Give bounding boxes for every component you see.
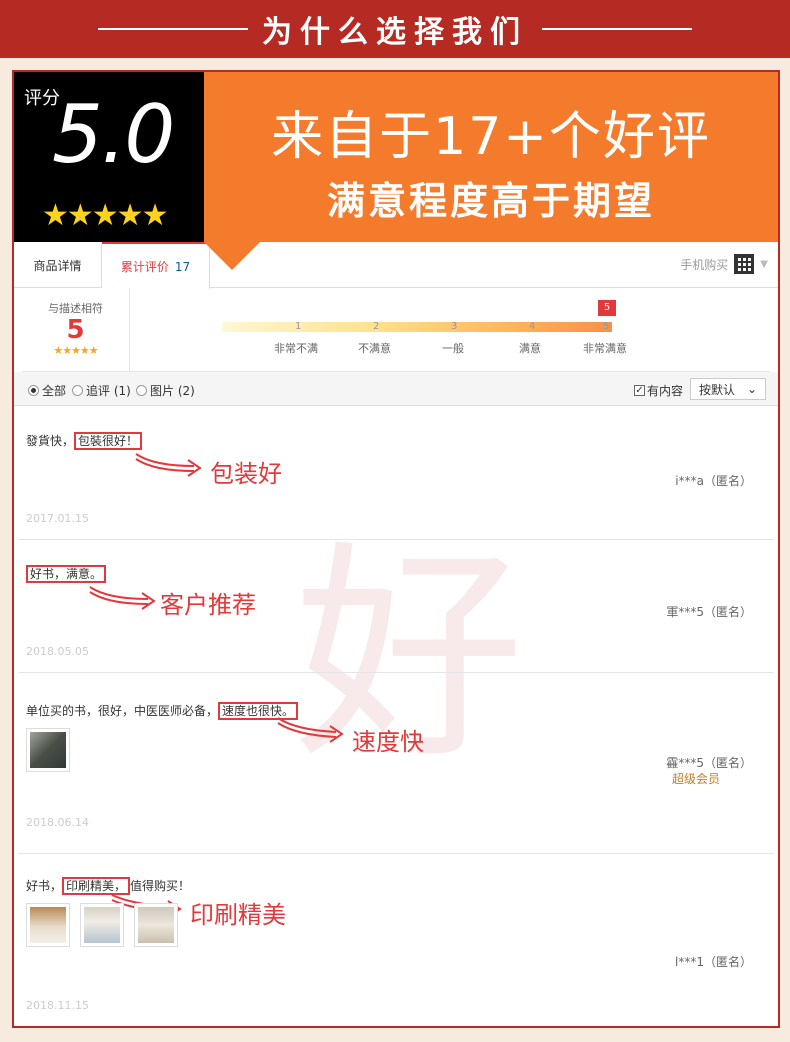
review-text: 好书，满意。 [26,565,107,583]
tab-reviews[interactable]: 累计评价 17 [102,242,210,289]
review-user: 靃***5（匿名） [666,756,752,770]
scale-number: 1 [295,321,302,332]
divider [18,853,774,854]
filter-bar: 全部 追评 (1) 图片 (2) ✓ 有内容 按默认 ⌄ [14,372,778,406]
annotation-label: 速度快 [352,728,424,756]
tab-reviews-label: 累计评价 [120,260,169,274]
annotation-label: 客户推荐 [160,591,256,619]
review-text-plain: 单位买的书，很好，中医医师必备， [26,704,219,718]
filter-all-label: 全部 [42,384,67,398]
annotation-label: 印刷精美 [190,901,286,929]
member-badge: 超级会员 [672,772,721,786]
scale-number: 3 [451,321,458,332]
arrow-icon [277,717,344,743]
tab-reviews-count: 17 [174,259,191,274]
arrow-icon [135,453,202,477]
subheadline: 满意程度高于期望 [326,179,655,223]
scale-label: 一般 [442,342,464,355]
review-photo[interactable] [26,728,70,772]
chevron-down-icon: ⌄ [746,382,757,396]
scale-number: 4 [529,321,536,332]
rating-summary: 与描述相符 5 ★★★★★ 5 1 2 3 4 5 非常不满 不满意 一般 满意… [22,288,770,372]
rating-label: 与描述相符 [48,302,103,315]
review-date: 2017.01.15 [26,512,89,525]
arrow-icon [89,586,156,610]
headline-pointer [204,242,260,270]
mobile-buy-link[interactable]: 手机购买 ▼ [680,254,768,274]
review-date: 2018.05.05 [26,645,89,658]
rating-bar [222,322,612,332]
review-highlight: 好书，满意。 [26,565,107,583]
radio-icon [28,385,39,396]
filter-all[interactable]: 全部 [28,382,66,399]
rating-marker: 5 [598,300,616,316]
divider [18,539,774,540]
radio-icon [136,385,147,396]
tab-bar: 商品详情 累计评价 17 手机购买 ▼ [14,242,778,289]
review-photo[interactable] [26,903,70,947]
filter-followup-label: 追评 (1) [86,384,131,398]
scale-label: 满意 [519,342,541,355]
rating-score: 与描述相符 5 ★★★★★ [22,288,130,372]
scale-number: 5 [603,321,610,332]
review-text: 单位买的书，很好，中医医师必备， 速度也很快。 [26,702,299,720]
has-content-label: 有内容 [647,384,684,398]
filter-images-label: 图片 (2) [150,384,195,398]
scale-label: 非常不满 [274,342,318,355]
headline-block: 来自于17+个好评 满意程度高于期望 [204,72,778,242]
review-date: 2018.11.15 [26,999,89,1012]
rating-stars: ★★★★★ [53,344,98,357]
review-text: 發貨快， 包裝很好！ [26,432,143,450]
scale-label: 不满意 [358,342,391,355]
chevron-down-icon: ▼ [760,258,768,270]
score-stars: ★★★★★ [42,198,168,233]
review-text-plain: 值得购买！ [130,879,191,893]
score-value: 5.0 [52,88,175,181]
review-user: l***1（匿名） [675,955,752,969]
banner-line-right [542,28,692,30]
mobile-buy-label: 手机购买 [680,257,729,272]
review-user: i***a（匿名） [675,474,752,488]
review-text-plain: 發貨快， [26,434,75,448]
rating-value: 5 [66,315,85,345]
review-text: 好书， 印刷精美， 值得购买！ [26,877,191,895]
review-photo[interactable] [80,903,124,947]
has-content-checkbox[interactable]: ✓ 有内容 [634,382,683,399]
annotation-label: 包装好 [210,460,282,488]
qr-code-icon [734,254,755,274]
filter-followup[interactable]: 追评 (1) [72,382,131,399]
review-panel: 评分 5.0 ★★★★★ 来自于17+个好评 满意程度高于期望 商品详情 累计评… [12,70,780,1028]
sort-value: 按默认 [699,382,736,397]
banner-line-left [98,28,248,30]
score-block: 评分 5.0 ★★★★★ [14,72,204,242]
banner-title: 为什么选择我们 [262,15,528,50]
checkbox-icon: ✓ [634,385,645,396]
review-highlight: 包裝很好！ [74,432,143,450]
filter-images[interactable]: 图片 (2) [136,382,195,399]
radio-icon [72,385,83,396]
divider [18,672,774,673]
sort-select[interactable]: 按默认 ⌄ [690,378,766,400]
review-text-plain: 好书， [26,879,63,893]
headline: 来自于17+个好评 [271,107,711,167]
review-photo[interactable] [134,903,178,947]
review-user: 軍***5（匿名） [666,605,752,619]
header-banner: 为什么选择我们 [0,0,790,58]
scale-number: 2 [373,321,380,332]
review-date: 2018.06.14 [26,816,89,829]
tab-details[interactable]: 商品详情 [14,242,102,288]
scale-label: 非常满意 [583,342,627,355]
